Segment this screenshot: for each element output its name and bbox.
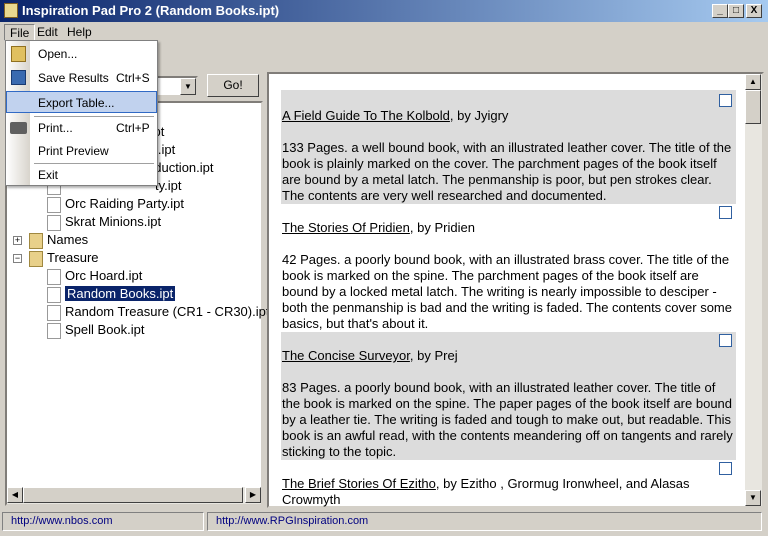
tree-item-selected[interactable]: Random Books.ipt	[47, 285, 176, 303]
tree-folder-names[interactable]: Names	[29, 231, 88, 249]
result-body: 42 Pages. a poorly bound book, with an i…	[282, 252, 732, 331]
result-body: 83 Pages. a poorly bound book, with an i…	[282, 380, 733, 459]
menu-item-exit[interactable]: Exit	[6, 164, 157, 186]
result-entry: A Field Guide To The Kolbold, by Jyigry …	[281, 90, 736, 204]
scroll-left-icon[interactable]: ◀	[7, 487, 23, 503]
result-title-link[interactable]: A Field Guide To The Kolbold	[282, 108, 450, 123]
menu-item-print-preview[interactable]: Print Preview	[6, 140, 157, 162]
result-checkbox[interactable]	[719, 206, 732, 219]
scroll-down-icon[interactable]: ▼	[745, 490, 761, 506]
result-title-link[interactable]: The Brief Stories Of Ezitho	[282, 476, 436, 491]
tree-item[interactable]: Spell Book.ipt	[47, 321, 145, 339]
tree-folder-treasure[interactable]: Treasure	[29, 249, 99, 267]
file-icon	[47, 196, 61, 213]
tree-item[interactable]: Orc Hoard.ipt	[47, 267, 142, 285]
menu-item-print[interactable]: Print... Ctrl+P	[6, 117, 157, 139]
chevron-down-icon[interactable]: ▼	[180, 78, 196, 95]
folder-icon	[29, 250, 43, 267]
scroll-right-icon[interactable]: ▶	[245, 487, 261, 503]
minimize-button[interactable]: _	[712, 4, 728, 18]
file-icon	[47, 322, 61, 339]
file-icon	[47, 268, 61, 285]
floppy-disk-icon	[11, 70, 26, 85]
expand-icon[interactable]: +	[13, 236, 22, 245]
file-icon	[47, 286, 61, 303]
go-button[interactable]: Go!	[207, 74, 259, 97]
file-icon	[47, 304, 61, 321]
tree-item[interactable]: Orc Raiding Party.ipt	[47, 195, 184, 213]
file-menu-dropdown: Open... Save Results Ctrl+S Export Table.…	[5, 40, 158, 186]
menu-help[interactable]: Help	[62, 24, 97, 41]
window-title: Inspiration Pad Pro 2 (Random Books.ipt)	[22, 3, 280, 18]
tree-item[interactable]: Skrat Minions.ipt	[47, 213, 161, 231]
result-checkbox[interactable]	[719, 334, 732, 347]
result-body: 133 Pages. a well bound book, with an il…	[282, 140, 732, 203]
menu-edit[interactable]: Edit	[32, 24, 63, 41]
result-title-link[interactable]: The Stories Of Pridien	[282, 220, 410, 235]
status-link-nbos[interactable]: http://www.nbos.com	[2, 512, 204, 531]
close-button[interactable]: X	[746, 4, 762, 18]
result-checkbox[interactable]	[719, 94, 732, 107]
scroll-thumb[interactable]	[23, 487, 243, 503]
menu-bar: File Edit Help	[0, 22, 768, 41]
result-entry: The Stories Of Pridien, by Pridien 42 Pa…	[281, 204, 736, 332]
result-entry: The Brief Stories Of Ezitho, by Ezitho ,…	[281, 460, 736, 507]
horizontal-scrollbar[interactable]: ◀ ▶	[7, 487, 261, 504]
menu-item-open[interactable]: Open...	[6, 43, 157, 65]
printer-icon	[10, 122, 27, 134]
menu-item-export-table[interactable]: Export Table...	[6, 91, 157, 113]
collapse-icon[interactable]: −	[13, 254, 22, 263]
result-entry: The Concise Surveyor, by Prej 83 Pages. …	[281, 332, 736, 460]
menu-file[interactable]: File	[4, 24, 36, 41]
results-pane: A Field Guide To The Kolbold, by Jyigry …	[267, 72, 764, 508]
file-icon	[47, 214, 61, 231]
status-bar: http://www.nbos.com http://www.RPGInspir…	[0, 510, 768, 534]
vertical-scrollbar[interactable]: ▲ ▼	[745, 74, 762, 506]
result-title-link[interactable]: The Concise Surveyor	[282, 348, 410, 363]
app-icon	[4, 3, 18, 18]
title-bar: Inspiration Pad Pro 2 (Random Books.ipt)…	[0, 0, 768, 22]
menu-item-save-results[interactable]: Save Results Ctrl+S	[6, 67, 157, 89]
open-folder-icon	[11, 46, 26, 62]
status-link-rpginspiration[interactable]: http://www.RPGInspiration.com	[207, 512, 762, 531]
result-checkbox[interactable]	[719, 462, 732, 475]
maximize-button[interactable]: □	[728, 4, 744, 18]
tree-item[interactable]: Random Treasure (CR1 - CR30).ipt	[47, 303, 269, 321]
scroll-thumb[interactable]	[745, 90, 761, 124]
folder-icon	[29, 232, 43, 249]
scroll-up-icon[interactable]: ▲	[745, 74, 761, 90]
